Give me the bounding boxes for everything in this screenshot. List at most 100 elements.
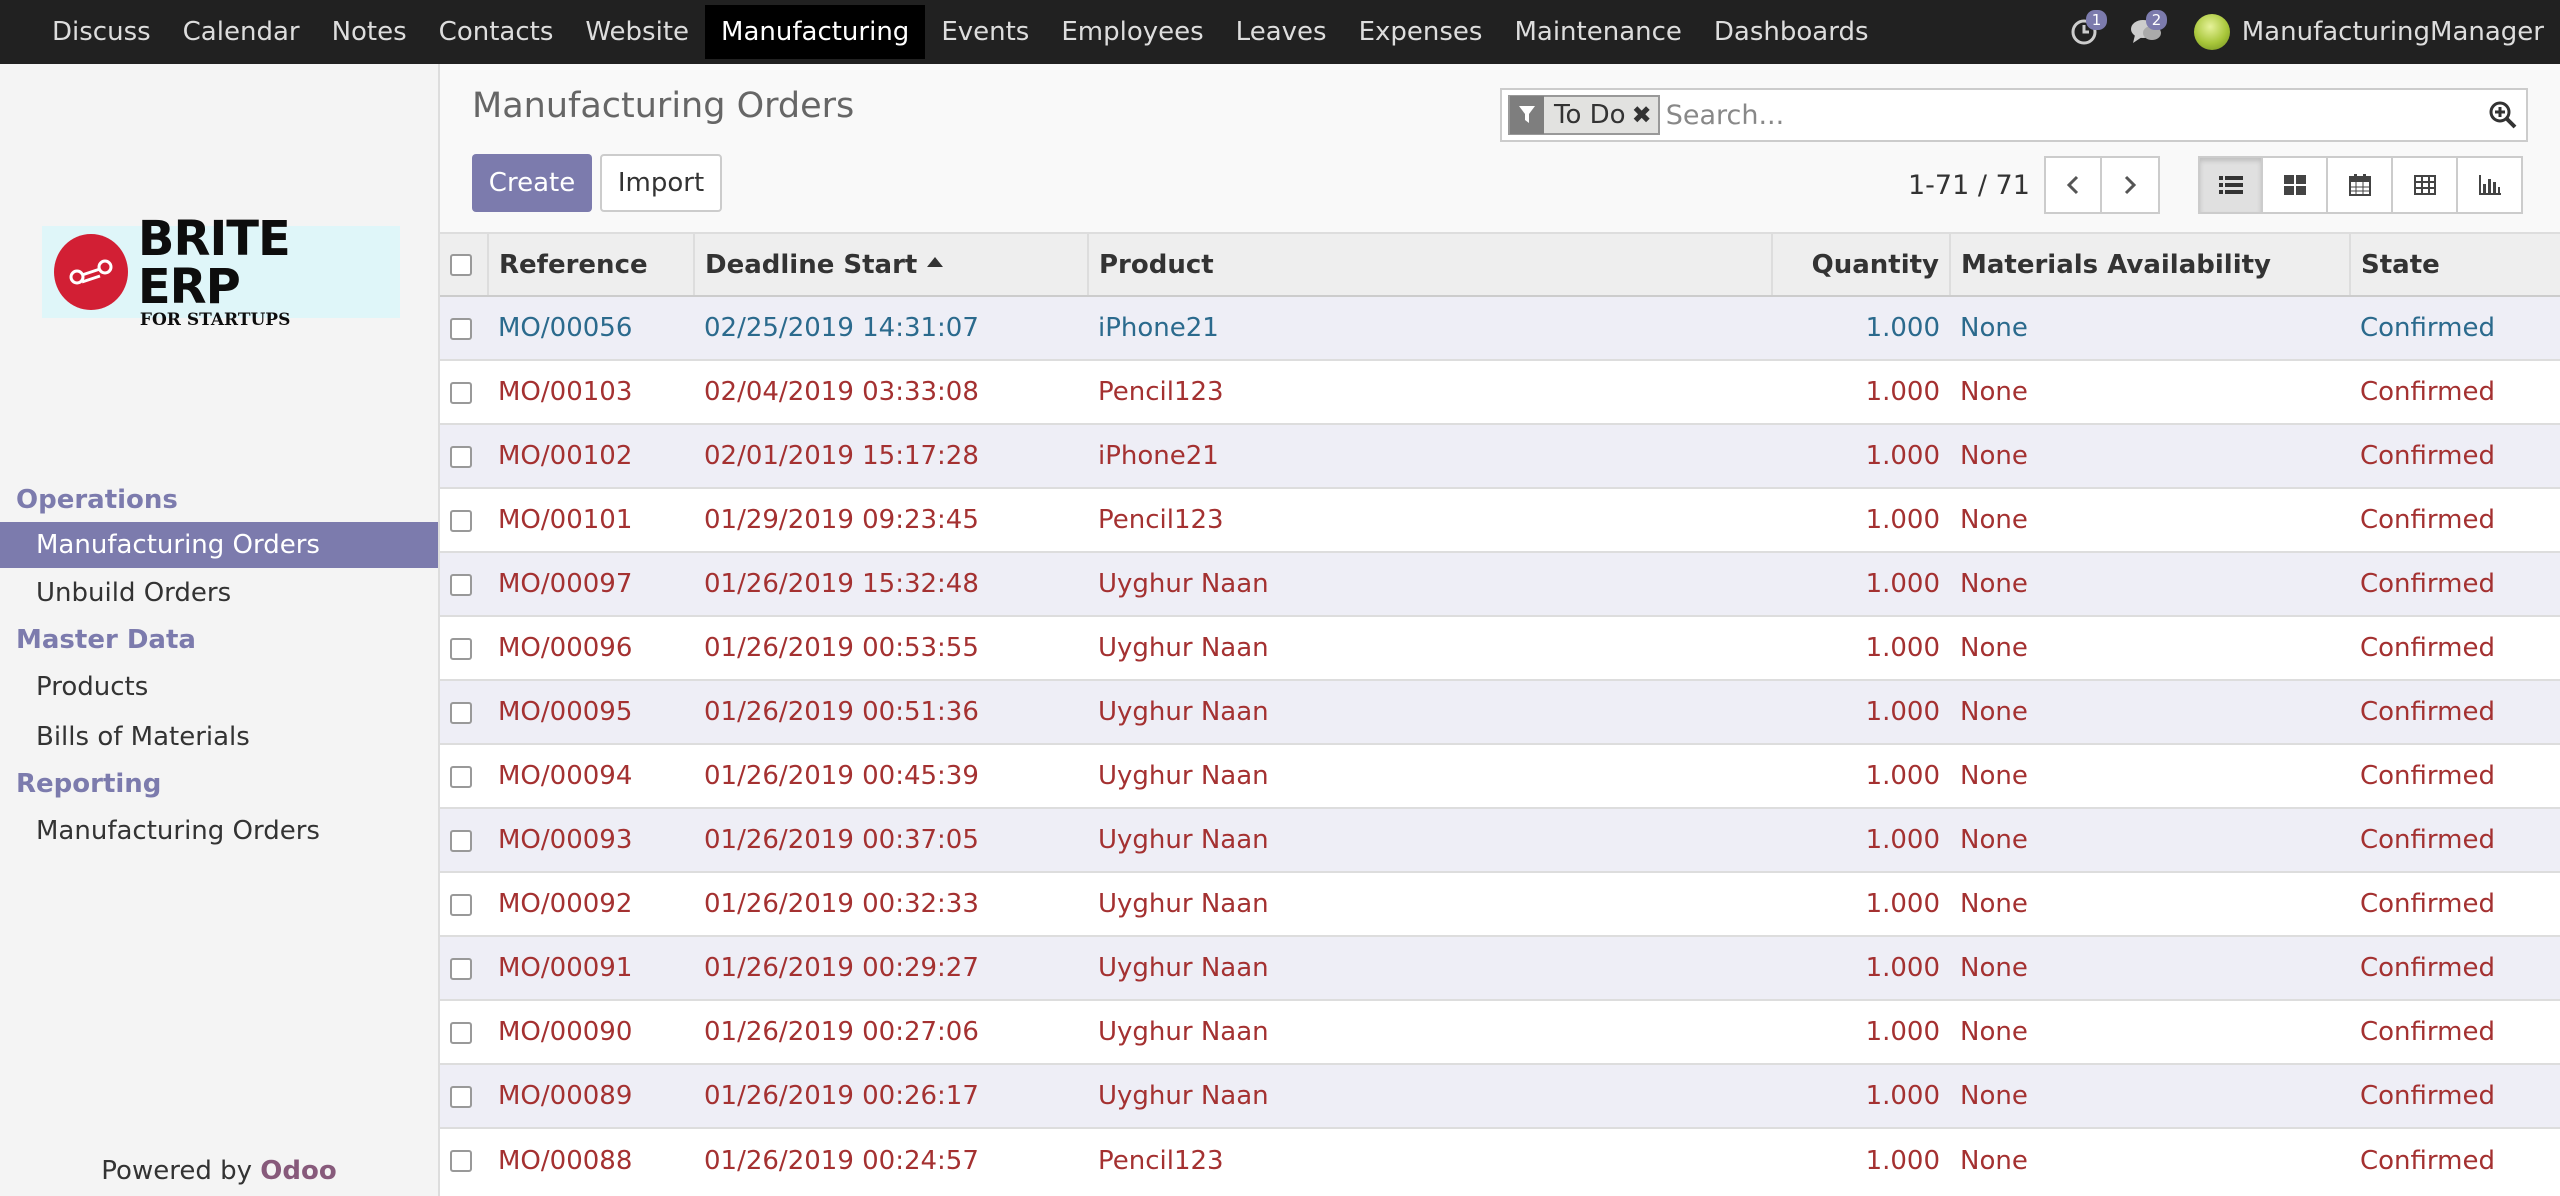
materials-availability-cell: None xyxy=(1950,871,2350,936)
menu-item-website[interactable]: Website xyxy=(569,5,705,59)
table-row[interactable]: MO/00094 01/26/2019 00:45:39 Uyghur Naan 1.… xyxy=(440,743,2560,808)
quantity-cell: 1.000 xyxy=(1772,679,1950,744)
table-row[interactable]: MO/00091 01/26/2019 00:29:27 Uyghur Naan 1.… xyxy=(440,935,2560,1000)
user-avatar[interactable] xyxy=(2193,14,2230,50)
column-header-deadline-start[interactable]: Deadline Start xyxy=(694,234,1089,297)
menu-item-expenses[interactable]: Expenses xyxy=(1343,5,1499,59)
menu-item-events[interactable]: Events xyxy=(925,5,1045,59)
table-row[interactable]: MO/00056 02/25/2019 14:31:07 iPhone21 1.000… xyxy=(440,295,2560,360)
table-header-row: Reference Deadline Start Product Quantit… xyxy=(440,234,2560,297)
sidebar-item-products[interactable]: Products xyxy=(0,662,438,712)
row-checkbox[interactable] xyxy=(450,957,472,980)
app-menu: Discuss Calendar Notes Contacts Website Manuf… xyxy=(36,0,1885,64)
materials-availability-cell: None xyxy=(1950,999,2350,1064)
row-checkbox[interactable] xyxy=(450,829,472,852)
deadline-start-cell: 01/26/2019 00:37:05 xyxy=(694,807,1088,872)
search-plus-icon[interactable] xyxy=(2480,100,2526,130)
user-menu[interactable]: ManufacturingManager xyxy=(2242,17,2544,47)
row-checkbox[interactable] xyxy=(450,1021,472,1044)
materials-availability-cell: None xyxy=(1950,807,2350,872)
column-header-quantity[interactable]: Quantity xyxy=(1772,234,1951,297)
row-checkbox[interactable] xyxy=(450,381,472,404)
pivot-view-button[interactable] xyxy=(2393,156,2458,214)
materials-availability-cell: None xyxy=(1950,487,2350,552)
sidebar-item-manufacturing-orders[interactable]: Manufacturing Orders xyxy=(0,522,438,568)
import-button[interactable]: Import xyxy=(600,154,722,212)
menu-item-maintenance[interactable]: Maintenance xyxy=(1498,5,1697,59)
deadline-start-cell: 01/26/2019 00:32:33 xyxy=(694,871,1088,936)
table-row[interactable]: MO/00093 01/26/2019 00:37:05 Uyghur Naan 1.… xyxy=(440,807,2560,872)
menu-item-discuss[interactable]: Discuss xyxy=(36,5,167,59)
row-checkbox[interactable] xyxy=(450,765,472,788)
row-select-cell xyxy=(440,871,488,936)
table-row[interactable]: MO/00101 01/29/2019 09:23:45 Pencil123 1.00… xyxy=(440,487,2560,552)
funnel-icon xyxy=(1510,96,1544,134)
row-checkbox[interactable] xyxy=(450,893,472,916)
row-checkbox[interactable] xyxy=(450,701,472,724)
pager-value[interactable]: 1-71 / 71 xyxy=(1908,170,2030,201)
search-input[interactable] xyxy=(1659,99,2480,131)
calendar-view-button[interactable] xyxy=(2328,156,2393,214)
table-row[interactable]: MO/00088 01/26/2019 00:24:57 Pencil123 1.00… xyxy=(440,1127,2560,1192)
sidebar-item-bills-of-materials[interactable]: Bills of Materials xyxy=(0,712,438,762)
menu-item-dashboards[interactable]: Dashboards xyxy=(1698,5,1885,59)
quantity-cell: 1.000 xyxy=(1772,1063,1950,1128)
table-row[interactable]: MO/00097 01/26/2019 15:32:48 Uyghur Naan 1.… xyxy=(440,551,2560,616)
activity-count-badge: 1 xyxy=(2085,10,2108,30)
row-checkbox[interactable] xyxy=(450,573,472,596)
menu-item-calendar[interactable]: Calendar xyxy=(167,5,316,59)
sidebar-item-manufacturing-orders[interactable]: Manufacturing Orders xyxy=(0,806,438,856)
row-checkbox[interactable] xyxy=(450,317,472,340)
column-header-state[interactable]: State xyxy=(2350,234,2560,297)
chevron-left-icon xyxy=(2066,175,2078,195)
quantity-cell: 1.000 xyxy=(1772,423,1950,488)
close-icon[interactable]: ✖ xyxy=(1632,101,1658,129)
table-row[interactable]: MO/00102 02/01/2019 15:17:28 iPhone21 1.000… xyxy=(440,423,2560,488)
menu-item-contacts[interactable]: Contacts xyxy=(423,5,570,59)
product-cell: Uyghur Naan xyxy=(1088,551,1772,616)
odoo-link[interactable]: Odoo xyxy=(260,1156,336,1186)
sidebar-section-operations[interactable]: Operations xyxy=(0,478,438,522)
row-checkbox[interactable] xyxy=(450,1150,472,1172)
quantity-cell: 1.000 xyxy=(1772,1127,1950,1192)
table-row[interactable]: MO/00092 01/26/2019 00:32:33 Uyghur Naan 1.… xyxy=(440,871,2560,936)
search-bar: To Do ✖ xyxy=(1500,88,2528,142)
menu-item-employees[interactable]: Employees xyxy=(1045,5,1219,59)
menu-item-notes[interactable]: Notes xyxy=(316,5,423,59)
kanban-view-button[interactable] xyxy=(2263,156,2328,214)
table-row[interactable]: MO/00090 01/26/2019 00:27:06 Uyghur Naan 1.… xyxy=(440,999,2560,1064)
row-checkbox[interactable] xyxy=(450,1085,472,1108)
row-checkbox[interactable] xyxy=(450,445,472,468)
column-header-reference[interactable]: Reference xyxy=(488,234,695,297)
table-row[interactable]: MO/00095 01/26/2019 00:51:36 Uyghur Naan 1.… xyxy=(440,679,2560,744)
sidebar-item-unbuild-orders[interactable]: Unbuild Orders xyxy=(0,568,438,618)
sidebar-section-reporting[interactable]: Reporting xyxy=(0,762,438,806)
logo-wordmark: BRITE ERP xyxy=(137,211,291,315)
table-row[interactable]: MO/00089 01/26/2019 00:26:17 Uyghur Naan 1.… xyxy=(440,1063,2560,1128)
graph-view-button[interactable] xyxy=(2458,156,2523,214)
column-header-materials-availability[interactable]: Materials Availability xyxy=(1950,234,2351,297)
quantity-cell: 1.000 xyxy=(1772,359,1950,424)
materials-availability-cell: None xyxy=(1950,295,2350,360)
activity-menu[interactable]: 1 xyxy=(2070,10,2108,46)
row-checkbox[interactable] xyxy=(450,637,472,660)
menu-item-leaves[interactable]: Leaves xyxy=(1220,5,1343,59)
row-checkbox[interactable] xyxy=(450,509,472,532)
pager-previous-button[interactable] xyxy=(2043,156,2102,214)
list-view-button[interactable] xyxy=(2198,156,2263,214)
table-row[interactable]: MO/00096 01/26/2019 00:53:55 Uyghur Naan 1.… xyxy=(440,615,2560,680)
state-cell: Confirmed xyxy=(2350,551,2560,616)
menu-item-manufacturing[interactable]: Manufacturing xyxy=(705,5,926,59)
messaging-menu[interactable]: 2 xyxy=(2130,10,2168,46)
sidebar-section-master-data[interactable]: Master Data xyxy=(0,618,438,662)
table-row[interactable]: MO/00103 02/04/2019 03:33:08 Pencil123 1.00… xyxy=(440,359,2560,424)
product-cell: Pencil123 xyxy=(1088,1127,1772,1192)
pager-next-button[interactable] xyxy=(2101,156,2160,214)
select-all-checkbox[interactable] xyxy=(450,254,472,276)
company-logo[interactable]: BRITE ERP FOR STARTUPS xyxy=(42,215,400,329)
deadline-start-cell: 01/26/2019 15:32:48 xyxy=(694,551,1088,616)
filter-facet[interactable]: To Do ✖ xyxy=(1508,95,1660,135)
create-button[interactable]: Create xyxy=(472,154,592,212)
column-header-product[interactable]: Product xyxy=(1088,234,1773,297)
reference-cell: MO/00089 xyxy=(488,1063,694,1128)
